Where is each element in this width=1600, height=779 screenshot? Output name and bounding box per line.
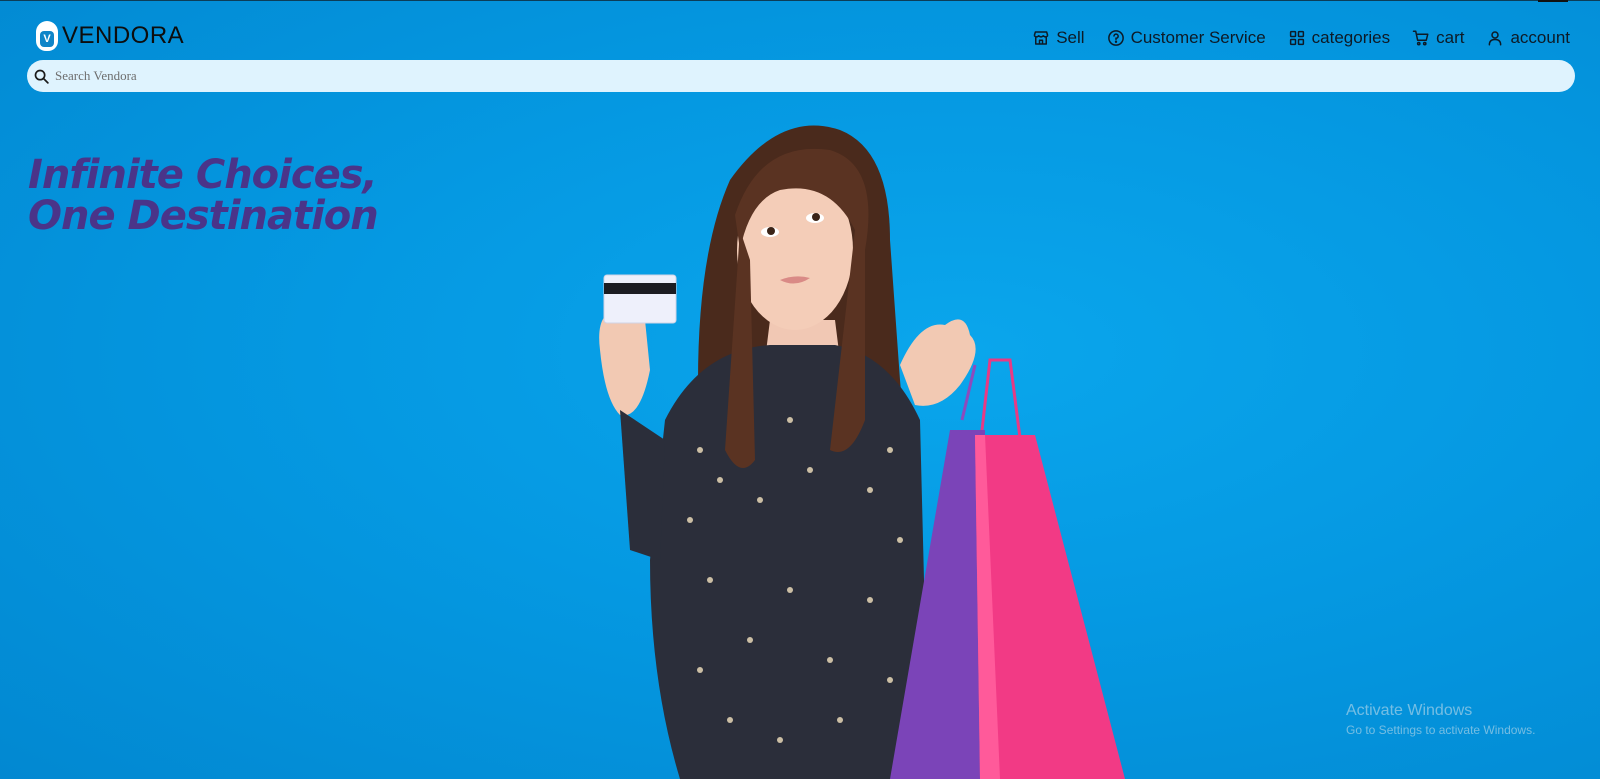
search-bar[interactable] (27, 60, 1575, 92)
top-border-mark (1538, 0, 1568, 2)
cart-icon (1412, 30, 1429, 46)
logo-mark-icon: V (36, 21, 58, 51)
nav-cart[interactable]: cart (1412, 28, 1464, 48)
nav-categories-label: categories (1311, 28, 1391, 47)
hero-headline-line1: Infinite Choices, (28, 152, 378, 198)
top-border (0, 0, 1600, 1)
brand-logo[interactable]: V VENDORA (36, 20, 184, 52)
user-icon (1489, 31, 1502, 46)
watermark-subtitle: Go to Settings to activate Windows. (1346, 723, 1536, 737)
nav-cart-label: cart (1436, 28, 1465, 47)
hero-headline-line2: One Destination (28, 193, 379, 239)
top-nav: Sell Customer Service categories cart ac… (1032, 26, 1570, 50)
nav-sell[interactable]: Sell (1032, 28, 1085, 48)
nav-account[interactable]: account (1486, 28, 1570, 48)
search-icon (34, 69, 49, 84)
help-circle-icon (1107, 30, 1124, 46)
hero-image (599, 125, 1125, 779)
logo-letter: V (40, 31, 54, 47)
nav-customer-service-label: Customer Service (1130, 28, 1266, 47)
nav-customer-service[interactable]: Customer Service (1107, 28, 1266, 48)
brand-name: VENDORA (62, 22, 185, 49)
nav-categories[interactable]: categories (1288, 28, 1390, 48)
activate-windows-watermark: Activate Windows Go to Settings to activ… (1346, 702, 1535, 737)
watermark-title: Activate Windows (1346, 702, 1473, 719)
grid-icon (1289, 30, 1304, 46)
page: V VENDORA Sell Customer Service categori… (0, 0, 1600, 779)
nav-sell-label: Sell (1056, 28, 1085, 47)
hero-headline: Infinite Choices, One Destination (28, 152, 379, 239)
search-input[interactable] (53, 63, 1537, 89)
nav-account-label: account (1510, 28, 1570, 47)
store-icon (1033, 31, 1049, 45)
